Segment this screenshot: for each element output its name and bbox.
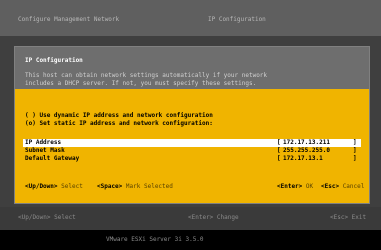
field-label-default-gateway: Default Gateway xyxy=(25,155,80,162)
dialog-description-line-1: This host can obtain network settings au… xyxy=(25,72,268,79)
ok-key: <Enter> xyxy=(277,183,303,190)
field-row-subnet-mask[interactable]: Subnet Mask [ 255.255.255.0 ] xyxy=(23,147,361,155)
ok-button[interactable]: <Enter> OK xyxy=(277,183,313,191)
product-name: VMware ESXi Server 3i 3.5.0 xyxy=(106,236,204,243)
field-bracket-right: ] xyxy=(353,155,357,162)
static-ip-fields: IP Address [ 172.17.13.211 ] Subnet Mask… xyxy=(23,139,361,165)
ip-configuration-dialog: IP Configuration This host can obtain ne… xyxy=(14,46,370,204)
option-dynamic-label: Use dynamic IP address and network confi… xyxy=(39,112,213,119)
field-bracket-left: [ xyxy=(277,139,281,146)
hint-select-label: Select xyxy=(61,183,83,190)
radio-marker-dynamic[interactable]: ( ) xyxy=(25,112,36,119)
cancel-label: Cancel xyxy=(342,183,365,190)
field-row-default-gateway[interactable]: Default Gateway [ 172.17.13.1 ] xyxy=(23,155,361,163)
bottom-hint-change: <Enter> Change xyxy=(188,214,239,221)
option-static-ip[interactable]: (o) Set static IP address and network co… xyxy=(25,120,213,128)
hint-mark-label: Mark Selected xyxy=(125,183,173,190)
field-row-ip-address[interactable]: IP Address [ 172.17.13.211 ] xyxy=(23,139,361,147)
hint-mark-key: <Space> xyxy=(97,183,123,190)
top-title-bar: Configure Management Network IP Configur… xyxy=(0,0,381,36)
top-title-right: IP Configuration xyxy=(208,16,266,23)
field-bracket-left: [ xyxy=(277,147,281,154)
field-label-subnet-mask: Subnet Mask xyxy=(25,147,65,154)
option-static-label: Set static IP address and network config… xyxy=(39,120,213,127)
dialog-description-line-2: includes a DHCP server. If not, you must… xyxy=(25,80,257,87)
field-value-subnet-mask[interactable]: 255.255.255.0 xyxy=(283,147,330,155)
top-title-left: Configure Management Network xyxy=(18,16,120,23)
field-value-default-gateway[interactable]: 172.17.13.1 xyxy=(283,155,323,163)
field-value-ip-address[interactable]: 172.17.13.211 xyxy=(283,139,330,147)
cancel-button[interactable]: <Esc> Cancel xyxy=(321,183,364,191)
cancel-key: <Esc> xyxy=(321,183,340,190)
bottom-hint-select: <Up/Down> Select xyxy=(18,214,76,221)
ok-label: OK xyxy=(305,183,314,190)
field-bracket-right: ] xyxy=(353,147,357,154)
option-dynamic-ip[interactable]: ( ) Use dynamic IP address and network c… xyxy=(25,112,213,120)
field-label-ip-address: IP Address xyxy=(25,139,62,146)
dialog-title: IP Configuration xyxy=(25,57,83,64)
field-bracket-left: [ xyxy=(277,155,281,162)
radio-marker-static[interactable]: (o) xyxy=(25,120,36,127)
bottom-hint-bar: <Up/Down> Select <Enter> Change <Esc> Ex… xyxy=(0,207,381,230)
dialog-header: IP Configuration This host can obtain ne… xyxy=(15,47,369,89)
hint-mark: <Space> Mark Selected xyxy=(97,183,173,191)
hint-select-key: <Up/Down> xyxy=(25,183,58,190)
hint-select: <Up/Down> Select xyxy=(25,183,83,191)
footer: VMware ESXi Server 3i 3.5.0 xyxy=(0,230,381,250)
dcui-screen: Configure Management Network IP Configur… xyxy=(0,0,381,250)
field-bracket-right: ] xyxy=(353,139,357,146)
bottom-hint-exit: <Esc> Exit xyxy=(330,214,367,221)
